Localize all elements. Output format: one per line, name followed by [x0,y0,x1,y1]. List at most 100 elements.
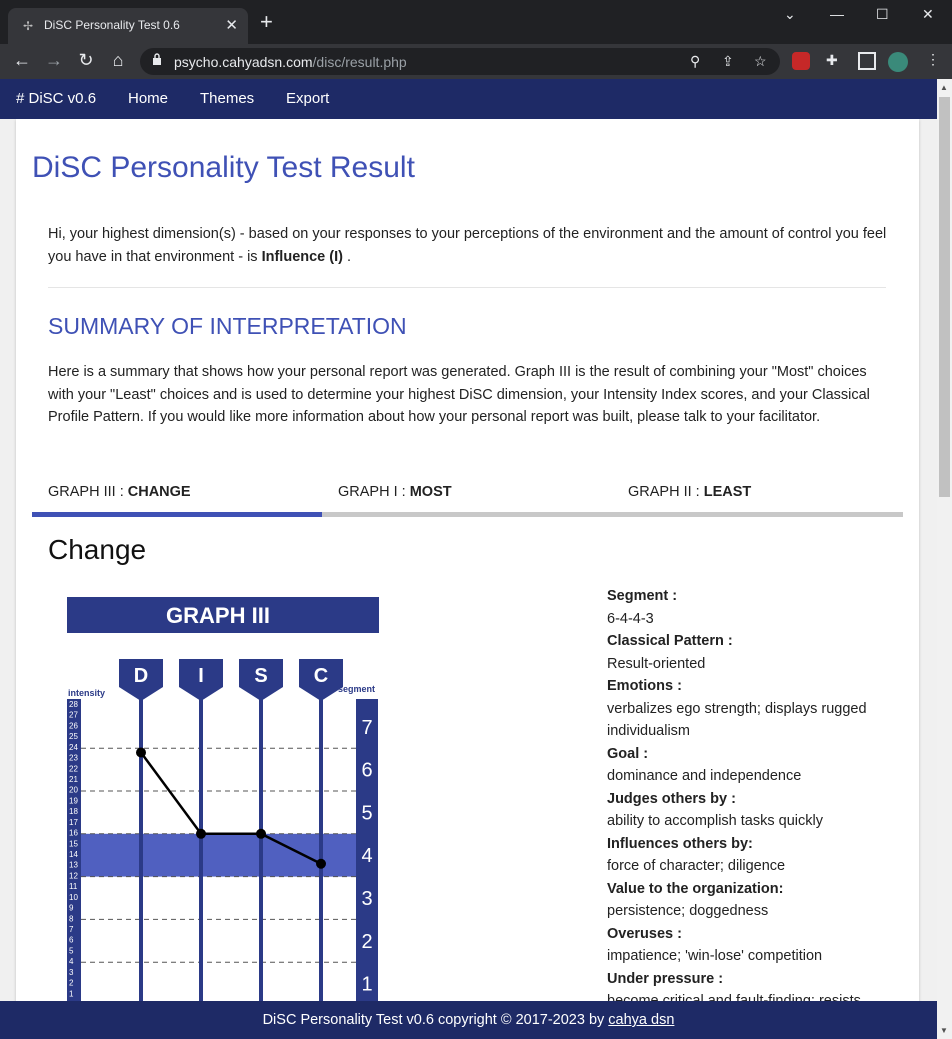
dim-label-s: S [254,665,267,687]
graph-tabs: GRAPH III : CHANGE GRAPH I : MOST GRAPH … [32,479,903,519]
lock-icon [153,53,161,65]
tab-active-indicator [32,512,322,517]
nav-export[interactable]: Export [286,90,329,107]
new-tab-icon[interactable]: + [260,11,273,33]
tab-graph-most[interactable]: GRAPH I : MOST [338,484,452,500]
url-text: psycho.cahyadsn.com/disc/result.php [174,54,407,70]
intensity-tick: 22 [69,764,78,773]
site-navbar: # DiSC v0.6 Home Themes Export [0,79,937,119]
tab-graph-least[interactable]: GRAPH II : LEAST [628,484,751,500]
close-tab-icon[interactable]: ✕ [225,16,238,34]
data-point-c [316,858,326,869]
browser-tab[interactable]: ✢ DiSC Personality Test 0.6 ✕ [8,8,248,44]
detail-label: Under pressure : [607,970,724,987]
home-icon[interactable]: ⌂ [106,50,130,71]
tab-title: DiSC Personality Test 0.6 [44,18,180,32]
data-point-d [136,747,146,758]
section-title: Change [48,534,147,565]
maximize-icon[interactable]: ☐ [876,6,889,23]
dim-label-d: D [134,665,148,687]
result-card: DiSC Personality Test Result Hi, your hi… [16,119,919,1001]
scroll-up-icon[interactable]: ▲ [940,83,948,92]
intensity-tick: 13 [69,861,78,870]
intensity-tick: 8 [69,914,74,923]
nav-themes[interactable]: Themes [200,90,254,107]
segment-tick: 1 [361,974,372,996]
summary-text: Here is a summary that shows how your pe… [48,364,870,425]
intensity-tick: 15 [69,839,78,848]
dim-axis-d [139,690,143,1001]
scroll-down-icon[interactable]: ▼ [940,1026,948,1035]
intensity-tick: 2 [69,979,74,988]
browser-titlebar: ✢ DiSC Personality Test 0.6 ✕ + ⌄ — ☐ ✕ [0,0,952,44]
zoom-search-icon[interactable]: ⚲ [690,53,700,70]
intensity-tick: 21 [69,775,78,784]
extensions-puzzle-icon[interactable]: ✚ [826,52,838,69]
highest-dimension: Influence (I) [261,249,343,265]
intensity-tick: 6 [69,936,74,945]
scrollbar-thumb[interactable] [939,97,950,497]
page-title: DiSC Personality Test Result [32,151,415,184]
highlight-band [81,833,356,877]
menu-kebab-icon[interactable]: ⋮ [926,51,940,68]
bookmark-star-icon[interactable]: ☆ [754,53,767,70]
profile-details: Segment : 6-4-4-3 Classical Pattern : Resul… [607,585,907,1001]
segment-tick: 3 [361,888,372,910]
detail-label: Segment : [607,588,678,604]
intensity-tick: 1 [69,989,74,998]
intensity-tick: 28 [69,700,78,709]
intensity-tick: 23 [69,754,78,763]
intensity-tick: 9 [69,904,74,913]
intensity-tick: 12 [69,871,78,880]
intensity-tick: 3 [69,968,74,977]
address-bar[interactable]: psycho.cahyadsn.com/disc/result.php ⚲ ⇪ … [140,48,780,75]
intensity-tick: 11 [69,882,78,891]
forward-icon[interactable]: → [42,50,66,71]
nav-home[interactable]: Home [128,90,168,107]
detail-value: dominance and independence [607,768,802,784]
browser-toolbar: ← → ↻ ⌂ psycho.cahyadsn.com/disc/result.… [0,44,952,79]
extension-shield-icon[interactable] [792,52,810,70]
intensity-tick: 7 [69,925,74,934]
detail-value: become critical and fault-finding; resis… [607,993,861,1001]
intensity-tick: 24 [69,743,78,752]
detail-label: Emotions : [607,678,682,694]
segment-tick: 7 [361,717,372,739]
detail-label: Influences others by: [607,835,753,852]
intensity-tick: 10 [69,893,78,902]
dim-label-c: C [314,665,328,687]
segment-tick: 6 [361,760,372,782]
tab-graph-change[interactable]: GRAPH III : CHANGE [48,484,191,500]
detail-value: force of character; diligence [607,858,786,874]
site-footer: DiSC Personality Test v0.6 copyright © 2… [0,1001,937,1039]
detail-value: ability to accomplish tasks quickly [607,813,823,829]
detail-label: Overuses : [607,925,682,942]
segment-tick: 5 [361,802,372,824]
minimize-icon[interactable]: — [830,6,844,22]
data-point-s [256,828,266,839]
nav-brand[interactable]: # DiSC v0.6 [16,90,96,107]
dim-axis-s [259,690,263,1001]
disc-graph: GRAPH III intensity segment 282726252423… [67,597,379,1001]
tab-search-icon[interactable]: ⌄ [784,6,796,23]
intensity-tick: 16 [69,829,78,838]
page-scrollbar[interactable]: ▲ ▼ [937,79,952,1039]
window-close-icon[interactable]: ✕ [922,6,934,23]
footer-author-link[interactable]: cahya dsn [608,1012,674,1028]
intensity-tick: 5 [69,946,74,955]
side-panel-icon[interactable] [858,52,876,70]
graph-title: GRAPH III [166,603,270,628]
footer-text: DiSC Personality Test v0.6 copyright © 2… [262,1012,609,1028]
reload-icon[interactable]: ↻ [74,50,98,71]
detail-label: Classical Pattern : [607,633,733,649]
segment-tick: 2 [361,931,372,953]
segment-tick: 4 [361,845,372,867]
share-icon[interactable]: ⇪ [722,53,734,70]
segment-label: segment [338,684,375,694]
profile-avatar[interactable] [888,52,908,72]
intensity-tick: 14 [69,850,78,859]
detail-value: Result-oriented [607,655,706,672]
back-icon[interactable]: ← [10,50,34,71]
detail-label: Value to the organization: [607,880,784,897]
detail-value: 6-4-4-3 [607,610,654,627]
